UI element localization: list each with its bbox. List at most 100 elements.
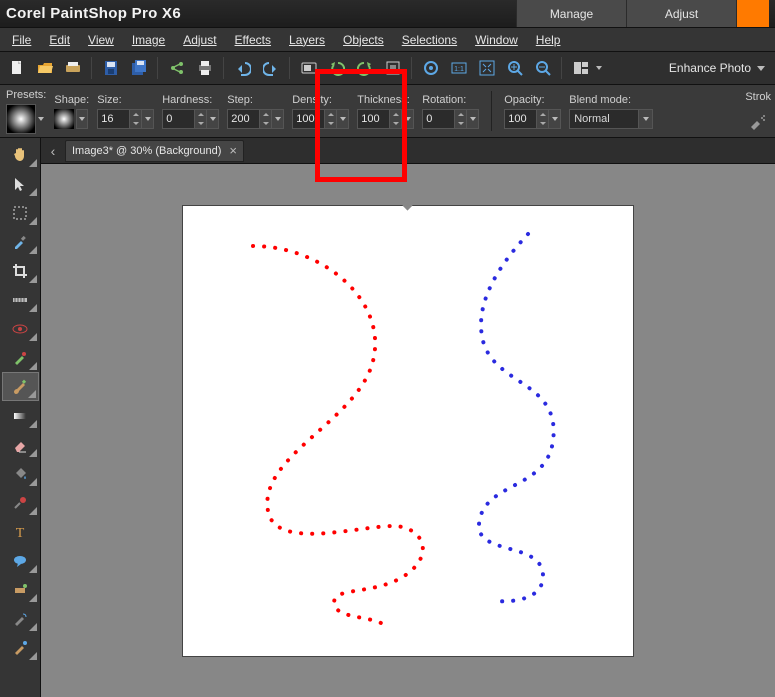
enhance-photo-menu[interactable]: Enhance Photo	[663, 61, 771, 75]
canvas[interactable]	[183, 206, 633, 656]
resize-canvas-button[interactable]	[380, 56, 405, 81]
tablet-mode-button[interactable]	[296, 56, 321, 81]
tool-options-bar: Presets: Shape: Size: 16 Hardness: 0 Ste…	[0, 85, 775, 138]
document-tab-label: Image3* @ 30% (Background)	[72, 145, 221, 157]
thickness-spinner[interactable]	[390, 109, 402, 129]
dropper-tool[interactable]	[2, 227, 39, 256]
paint-brush-tool[interactable]	[2, 372, 39, 401]
step-label: Step:	[227, 94, 284, 106]
menu-image[interactable]: Image	[124, 30, 173, 50]
selection-tool[interactable]	[2, 198, 39, 227]
opacity-drop[interactable]	[549, 109, 561, 129]
share-button[interactable]	[164, 56, 189, 81]
windows-layout-button[interactable]	[568, 56, 593, 81]
chevron-down-icon	[757, 66, 765, 71]
fit-window-button[interactable]	[474, 56, 499, 81]
save-all-button[interactable]	[126, 56, 151, 81]
density-drop[interactable]	[337, 109, 349, 129]
menu-window[interactable]: Window	[467, 30, 526, 50]
size-label: Size:	[97, 94, 154, 106]
menu-edit[interactable]: Edit	[41, 30, 78, 50]
pan-tool[interactable]	[2, 140, 39, 169]
blend-mode-drop[interactable]	[639, 109, 653, 129]
thickness-input[interactable]: 100	[357, 109, 390, 129]
tab-manage[interactable]: Manage	[516, 0, 626, 27]
zoom-in-button[interactable]	[502, 56, 527, 81]
hardness-drop[interactable]	[207, 109, 219, 129]
opacity-spinner[interactable]	[537, 109, 549, 129]
canvas-viewport[interactable]	[41, 164, 775, 697]
flood-fill-tool[interactable]	[2, 459, 39, 488]
step-drop[interactable]	[272, 109, 284, 129]
opacity-label: Opacity:	[504, 94, 561, 106]
menu-layers[interactable]: Layers	[281, 30, 333, 50]
menu-adjust[interactable]: Adjust	[175, 30, 224, 50]
rotation-input[interactable]: 0	[422, 109, 455, 129]
size-spinner[interactable]	[130, 109, 142, 129]
menu-file[interactable]: File	[4, 30, 39, 50]
hardness-input[interactable]: 0	[162, 109, 195, 129]
red-eye-tool[interactable]	[2, 314, 39, 343]
scanner-button[interactable]	[60, 56, 85, 81]
step-input[interactable]: 200	[227, 109, 260, 129]
density-label: Density:	[292, 94, 349, 106]
pick-tool[interactable]	[2, 169, 39, 198]
new-file-button[interactable]	[4, 56, 29, 81]
warp-brush-tool[interactable]	[2, 604, 39, 633]
hardness-spinner[interactable]	[195, 109, 207, 129]
canvas-content	[183, 206, 633, 656]
tools-toolbar: T	[0, 138, 41, 697]
density-input[interactable]: 100	[292, 109, 325, 129]
preset-drop-icon[interactable]	[38, 117, 44, 121]
menu-view[interactable]: View	[80, 30, 122, 50]
menu-objects[interactable]: Objects	[335, 30, 392, 50]
crop-tool[interactable]	[2, 256, 39, 285]
menu-selections[interactable]: Selections	[394, 30, 465, 50]
windows-layout-drop-icon[interactable]	[596, 66, 602, 70]
brush-shape-thumb[interactable]	[54, 109, 74, 129]
zoom-out-button[interactable]	[530, 56, 555, 81]
blend-mode-select[interactable]: Normal	[569, 109, 639, 129]
print-button[interactable]	[192, 56, 217, 81]
rotation-spinner[interactable]	[455, 109, 467, 129]
preset-swatch[interactable]	[6, 104, 36, 134]
brush-shape-drop[interactable]	[76, 109, 88, 129]
oil-brush-tool[interactable]	[2, 633, 39, 662]
enhance-photo-label: Enhance Photo	[669, 61, 751, 75]
gradient-tool[interactable]	[2, 401, 39, 430]
opacity-input[interactable]: 100	[504, 109, 537, 129]
undo-history-button[interactable]	[324, 56, 349, 81]
undo-button[interactable]	[230, 56, 255, 81]
stroke-label-partial: Strok	[745, 91, 771, 103]
step-spinner[interactable]	[260, 109, 272, 129]
speech-bubble-tool[interactable]	[2, 546, 39, 575]
airbrush-toggle-icon[interactable]	[749, 113, 767, 131]
thickness-label: Thickness:	[357, 94, 414, 106]
document-tab[interactable]: Image3* @ 30% (Background) ×	[65, 140, 244, 162]
tab-edit-stripe[interactable]	[736, 0, 769, 27]
density-spinner[interactable]	[325, 109, 337, 129]
retouch-brush-tool[interactable]	[2, 488, 39, 517]
rotation-drop[interactable]	[467, 109, 479, 129]
menu-bar: File Edit View Image Adjust Effects Laye…	[0, 28, 775, 52]
save-button[interactable]	[98, 56, 123, 81]
tab-adjust[interactable]: Adjust	[626, 0, 736, 27]
menu-help[interactable]: Help	[528, 30, 569, 50]
size-drop[interactable]	[142, 109, 154, 129]
text-tool[interactable]: T	[2, 517, 39, 546]
picture-tube-tool[interactable]	[2, 575, 39, 604]
hardness-label: Hardness:	[162, 94, 219, 106]
thickness-drop[interactable]	[402, 109, 414, 129]
menu-effects[interactable]: Effects	[227, 30, 279, 50]
prev-doc-arrow[interactable]: ‹	[41, 139, 65, 163]
makeover-tool[interactable]	[2, 343, 39, 372]
straighten-tool[interactable]	[2, 285, 39, 314]
eraser-tool[interactable]	[2, 430, 39, 459]
close-doc-icon[interactable]: ×	[229, 144, 237, 157]
launch-camera-raw-button[interactable]	[418, 56, 443, 81]
redo-button[interactable]	[258, 56, 283, 81]
open-file-button[interactable]	[32, 56, 57, 81]
size-input[interactable]: 16	[97, 109, 130, 129]
redo-history-button[interactable]	[352, 56, 377, 81]
actual-size-button[interactable]: 1:1	[446, 56, 471, 81]
